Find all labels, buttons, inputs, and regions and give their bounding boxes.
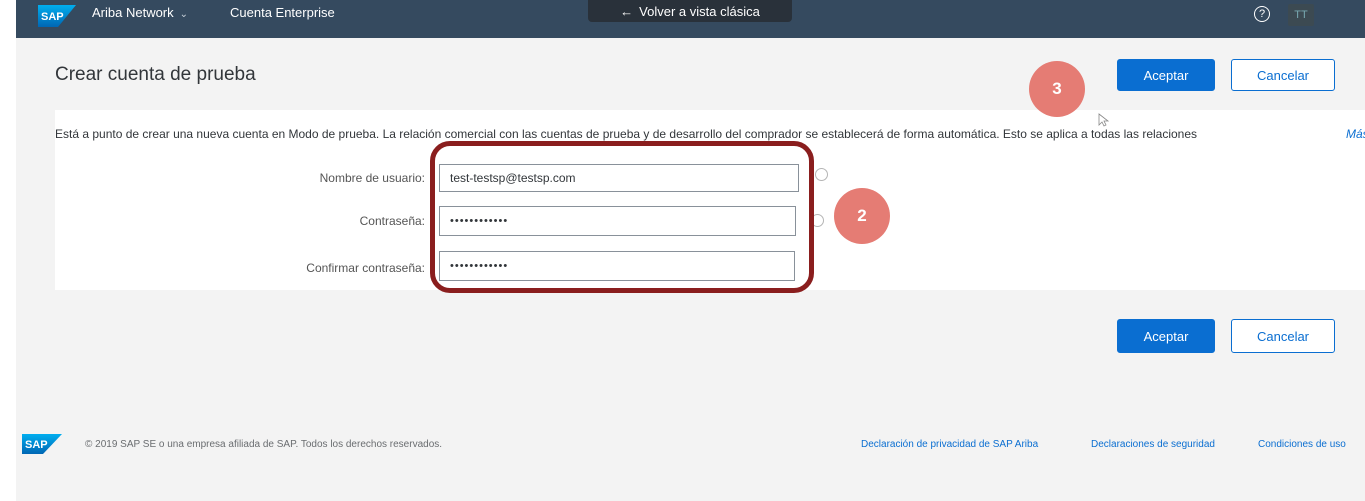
app-switcher[interactable]: Ariba Network ⌄ xyxy=(92,5,188,20)
info-message: Está a punto de crear una nueva cuenta e… xyxy=(55,127,1198,141)
accept-button-top[interactable]: Aceptar xyxy=(1117,59,1215,91)
svg-text:SAP: SAP xyxy=(41,11,64,23)
terms-of-use-link[interactable]: Condiciones de uso xyxy=(1258,439,1346,450)
brand-label: Ariba Network xyxy=(92,5,174,20)
security-link[interactable]: Declaraciones de seguridad xyxy=(1091,439,1215,450)
top-navigation-bar: SAP Ariba Network ⌄ Cuenta Enterprise ← V… xyxy=(16,0,1365,38)
more-link[interactable]: Más xyxy=(1346,127,1365,141)
step-2-badge: 2 xyxy=(834,188,890,244)
step-3-badge: 3 xyxy=(1029,61,1085,117)
help-icon[interactable]: ? xyxy=(1254,6,1270,22)
back-to-classic-view-label: Volver a vista clásica xyxy=(639,3,760,19)
accept-button-bottom[interactable]: Aceptar xyxy=(1117,319,1215,353)
sap-footer-logo: SAP xyxy=(22,434,62,454)
user-avatar[interactable]: TT xyxy=(1288,4,1314,26)
cancel-button-top[interactable]: Cancelar xyxy=(1231,59,1335,91)
cancel-button-bottom[interactable]: Cancelar xyxy=(1231,319,1335,353)
account-type-label: Cuenta Enterprise xyxy=(230,5,335,20)
privacy-link[interactable]: Declaración de privacidad de SAP Ariba xyxy=(861,439,1038,450)
back-to-classic-view-button[interactable]: ← Volver a vista clásica xyxy=(588,0,792,22)
mouse-cursor-icon xyxy=(1098,113,1110,127)
svg-text:SAP: SAP xyxy=(25,439,48,451)
copyright-text: © 2019 SAP SE o una empresa afiliada de … xyxy=(85,439,443,450)
page: SAP Ariba Network ⌄ Cuenta Enterprise ← V… xyxy=(16,0,1365,501)
page-title: Crear cuenta de prueba xyxy=(55,64,256,85)
password-label: Contraseña: xyxy=(359,214,425,228)
arrow-left-icon: ← xyxy=(620,3,634,19)
sap-logo[interactable]: SAP xyxy=(38,5,76,27)
username-info-radio[interactable] xyxy=(815,168,828,181)
username-label: Nombre de usuario: xyxy=(319,171,425,185)
confirm-password-label: Confirmar contraseña: xyxy=(306,261,425,275)
form-highlight-box xyxy=(430,141,814,293)
chevron-down-icon: ⌄ xyxy=(179,9,189,20)
